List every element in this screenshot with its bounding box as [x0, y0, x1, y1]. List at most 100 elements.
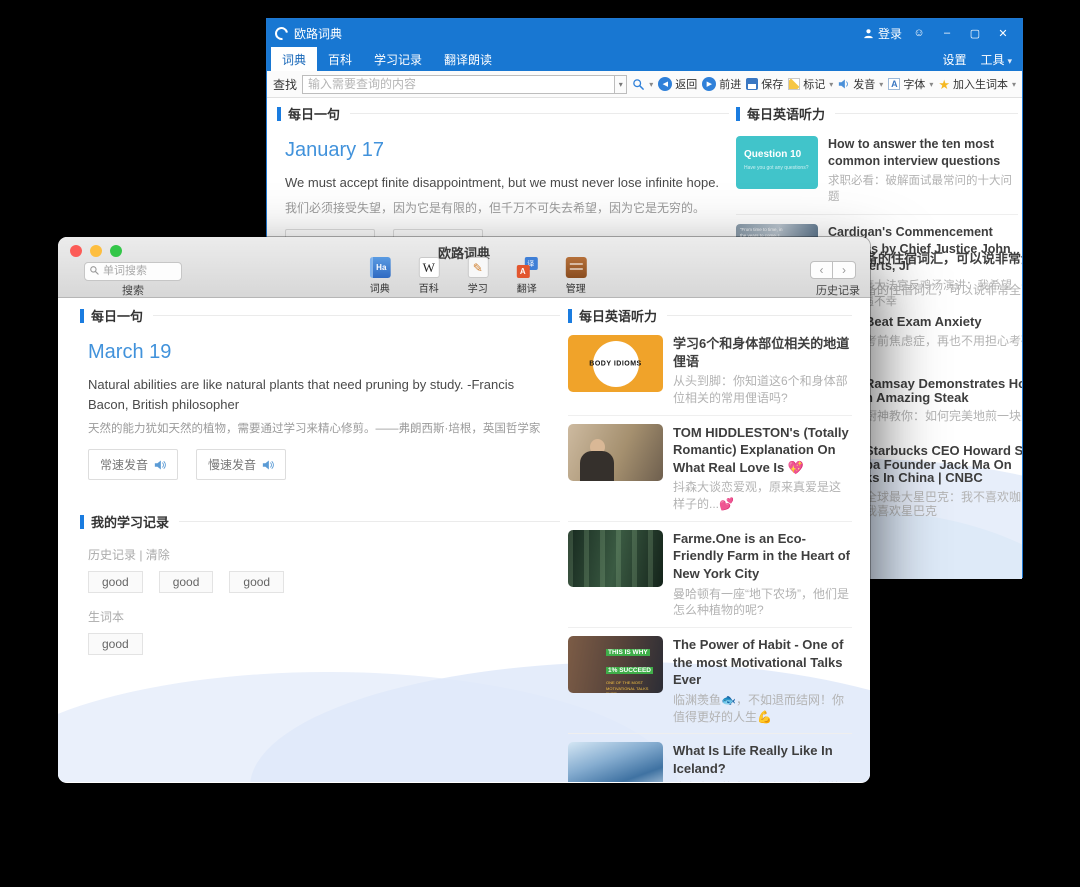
search-button[interactable] [632, 78, 653, 91]
speaker-icon [838, 78, 850, 90]
search-icon [632, 78, 645, 91]
video-thumbnail: BODY IDIOMS [568, 335, 663, 392]
word-chip[interactable]: good [88, 633, 143, 655]
app-icon [272, 24, 290, 42]
listening-item[interactable]: TOM HIDDLESTON's (Totally Romantic) Expl… [568, 415, 852, 521]
item-title: The Power of Habit - One of the most Mot… [673, 636, 852, 689]
listening-item[interactable]: THIS IS WHY 1% SUCCEED ONE OF THE MOST M… [568, 627, 852, 733]
tab-translate-read[interactable]: 翻译朗读 [433, 47, 503, 71]
tab-bar: 词典 百科 学习记录 翻译朗读 设置 工具 [267, 47, 1022, 71]
tab-study-record[interactable]: 学习记录 [363, 47, 433, 71]
daily-date: March 19 [88, 341, 560, 364]
history-word-chips: good good good [88, 571, 560, 593]
toolbar-translate[interactable]: 译A 翻译 [510, 257, 544, 295]
find-label: 查找 [273, 76, 297, 93]
add-to-wordbook-button[interactable]: ★ 加入生词本 [938, 76, 1016, 92]
minimize-button[interactable]: – [936, 27, 958, 39]
tab-encyclopedia[interactable]: 百科 [317, 47, 363, 71]
search-label: 搜索 [84, 282, 182, 298]
video-thumbnail [568, 424, 663, 481]
back-button[interactable]: ◀ 返回 [658, 76, 697, 92]
tab-bar-right: 设置 工具 [942, 47, 1018, 71]
tools-menu[interactable]: 工具 [980, 51, 1012, 68]
speaker-icon [262, 459, 274, 471]
item-title: How to answer the ten most common interv… [828, 136, 1018, 170]
wikipedia-icon: W [418, 257, 439, 278]
mac-toolbar: Ha 词典 W 百科 ✎ 学习 译A 翻译 [363, 257, 593, 295]
forward-arrow-icon: ▶ [702, 77, 716, 91]
word-chip[interactable]: good [229, 571, 284, 593]
daily-quote-en: We must accept finite disappointment, bu… [285, 173, 729, 193]
history-forward-button[interactable]: › [833, 261, 856, 279]
clipped-item-title: 备的住宿词汇，可以说非常全 [865, 248, 1022, 267]
section-header: 我的学习记录 [80, 512, 560, 531]
wordbook-chips: good [88, 633, 560, 655]
mac-content: 每日一句 March 19 Natural abilities are like… [58, 298, 870, 782]
font-button[interactable]: A 字体 [888, 76, 933, 92]
toolbar-dictionary[interactable]: Ha 词典 [363, 257, 397, 295]
history-back-button[interactable]: ‹ [810, 261, 833, 279]
maximize-button[interactable]: ▢ [964, 27, 986, 40]
item-subtitle: 从头到脚：你知道这6个和身体部位相关的常用俚语吗? [673, 373, 852, 407]
login-label: 登录 [878, 25, 902, 42]
desktop-background: 欧路词典 登录 ☺ – ▢ ✕ 词典 百科 学习记录 翻译朗读 设置 工具 查找 [0, 0, 1080, 887]
video-thumbnail: Question 10 Have you got any questions? [736, 136, 818, 189]
history-label: 历史记录 [816, 282, 860, 298]
forward-button[interactable]: ▶ 前进 [702, 76, 741, 92]
mac-titlebar[interactable]: 欧路词典 搜索 Ha 词典 W 百科 ✎ 学习 [58, 237, 870, 298]
listening-item[interactable]: Question 10 Have you got any questions? … [736, 127, 1018, 214]
item-subtitle: 抖森大谈恋爱观，原来真爱是这样子的...💕 [673, 479, 852, 513]
notepad-pencil-icon: ✎ [467, 257, 488, 278]
video-thumbnail [568, 742, 663, 782]
section-header: 每日英语听力 [568, 306, 852, 325]
search-input[interactable] [302, 75, 615, 94]
pronounce-buttons: 常速发音 慢速发音 [88, 449, 560, 480]
word-chip[interactable]: good [159, 571, 214, 593]
history-words-label[interactable]: 历史记录 | 清除 [88, 546, 560, 563]
mark-button[interactable]: 标记 [788, 76, 833, 92]
listening-item[interactable]: What Is Life Really Like In Iceland? 冰岛真… [568, 733, 852, 782]
speaker-icon [154, 459, 166, 471]
daily-quote-en: Natural abilities are like natural plant… [88, 375, 550, 414]
window-title: 欧路词典 [294, 25, 342, 42]
floppy-icon [746, 78, 758, 90]
wordbook-label: 生词本 [88, 608, 560, 625]
word-search-box[interactable] [84, 261, 182, 281]
listening-item[interactable]: BODY IDIOMS 学习6个和身体部位相关的地道俚语 从头到脚：你知道这6个… [568, 327, 852, 415]
login-button[interactable]: 登录 [863, 25, 902, 42]
item-subtitle: 求职必看：破解面试最常问的十大问题 [828, 173, 1018, 205]
clipped-item-subtitle: 考前焦虑症，再也不用担心考砸 [865, 332, 1022, 349]
clipped-item-subtitle: 我喜欢星巴克 [865, 502, 937, 519]
clipped-item-subtitle: 备的住宿词汇，可以说非常全面 [865, 281, 1022, 298]
section-header: 每日一句 [80, 306, 560, 325]
highlighter-icon [788, 78, 800, 90]
feedback-smiley-icon[interactable]: ☺ [908, 28, 930, 39]
back-arrow-icon: ◀ [658, 77, 672, 91]
clipped-item-title: Beat Exam Anxiety [865, 314, 982, 329]
settings-menu[interactable]: 设置 [942, 51, 966, 68]
manage-book-icon [565, 257, 586, 278]
translate-icon: 译A [516, 257, 537, 278]
clipped-item-title: n Amazing Steak [865, 390, 969, 405]
pronounce-button[interactable]: 发音 [838, 76, 883, 92]
search-combo-caret-icon[interactable] [615, 75, 627, 94]
font-icon: A [888, 78, 900, 90]
close-button[interactable]: ✕ [992, 27, 1014, 40]
item-title: 学习6个和身体部位相关的地道俚语 [673, 335, 852, 370]
normal-speed-button[interactable]: 常速发音 [88, 449, 178, 480]
save-button[interactable]: 保存 [746, 76, 783, 92]
windows-titlebar[interactable]: 欧路词典 登录 ☺ – ▢ ✕ [267, 19, 1022, 47]
video-thumbnail: THIS IS WHY 1% SUCCEED ONE OF THE MOST M… [568, 636, 663, 693]
toolbar-encyclopedia[interactable]: W 百科 [412, 257, 446, 295]
word-chip[interactable]: good [88, 571, 143, 593]
toolbar-study[interactable]: ✎ 学习 [461, 257, 495, 295]
clipped-item-title: ks In China | CNBC [865, 470, 983, 485]
listening-section: 每日英语听力 BODY IDIOMS 学习6个和身体部位相关的地道俚语 从头到脚… [568, 306, 852, 782]
person-icon [863, 28, 874, 39]
listening-item[interactable]: Farme.One is an Eco-Friendly Farm in the… [568, 521, 852, 627]
slow-speed-button[interactable]: 慢速发音 [196, 449, 286, 480]
tab-dictionary[interactable]: 词典 [271, 47, 317, 71]
daily-sentence-section: 每日一句 March 19 Natural abilities are like… [80, 306, 560, 655]
eudic-mac-window: 欧路词典 搜索 Ha 词典 W 百科 ✎ 学习 [58, 237, 870, 783]
toolbar-manage[interactable]: 管理 [559, 257, 593, 295]
